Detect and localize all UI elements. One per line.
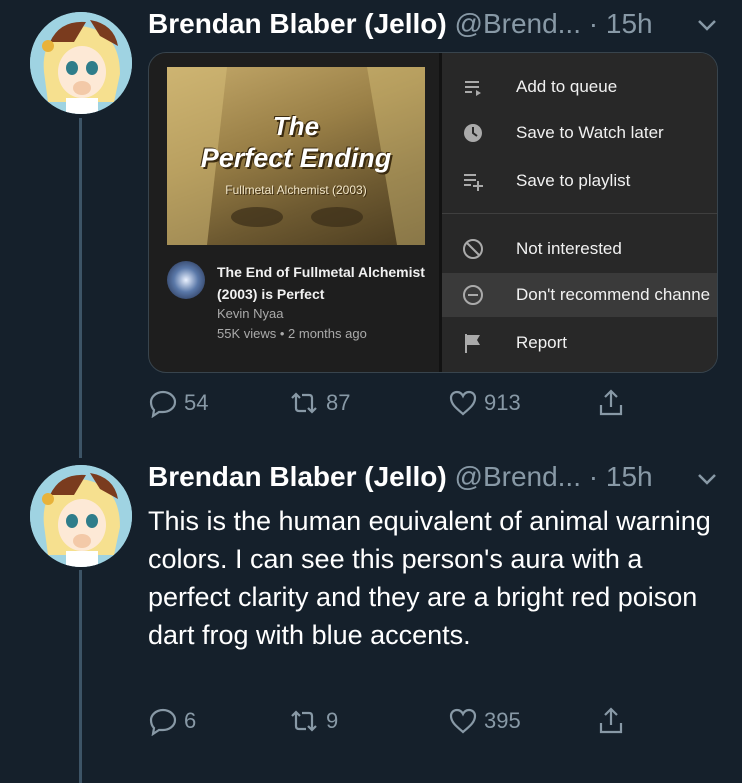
playlist-add-icon: [464, 174, 483, 191]
tweet-header: Brendan Blaber (Jello) @Brend... · 15h: [148, 8, 653, 40]
share-icon: [599, 389, 623, 416]
thumbnail-subtitle: Fullmetal Alchemist (2003): [225, 183, 367, 197]
reply-icon: [149, 708, 177, 736]
flag-icon: [465, 334, 480, 353]
menu-item-add-to-queue[interactable]: Add to queue: [442, 65, 717, 109]
chevron-down-icon[interactable]: [696, 468, 718, 490]
menu-divider: [442, 213, 717, 214]
avatar[interactable]: [30, 12, 132, 114]
retweet-button[interactable]: 87: [288, 388, 350, 418]
reply-icon: [149, 390, 177, 418]
menu-item-not-interested[interactable]: Not interested: [442, 227, 717, 271]
video-thumbnail[interactable]: The Perfect Ending Fullmetal Alchemist (…: [167, 67, 425, 245]
menu-item-label: Add to queue: [516, 77, 618, 96]
tweet-actions: 6 9 395: [148, 706, 648, 740]
thread-line: [79, 118, 82, 458]
chevron-down-icon[interactable]: [696, 14, 718, 36]
like-count: 913: [484, 390, 521, 415]
minus-circle-icon: [463, 285, 483, 305]
queue-icon: [465, 81, 481, 96]
reply-count: 54: [184, 390, 209, 415]
share-button[interactable]: [596, 706, 632, 736]
author-name[interactable]: Brendan Blaber (Jello): [148, 461, 447, 492]
thumbnail-title-line2: Perfect Ending: [200, 143, 392, 173]
retweet-icon: [291, 710, 317, 732]
author-meta[interactable]: @Brend... · 15h: [455, 8, 653, 39]
menu-item-save-to-playlist[interactable]: Save to playlist: [442, 159, 717, 203]
reply-count: 6: [184, 708, 197, 733]
channel-name[interactable]: Kevin Nyaa: [217, 306, 283, 321]
avatar[interactable]: [30, 465, 132, 567]
reply-button[interactable]: 54: [148, 388, 208, 418]
clock-icon: [464, 124, 482, 142]
like-button[interactable]: 913: [448, 388, 521, 418]
heart-icon: [449, 708, 477, 734]
block-icon: [463, 239, 483, 259]
like-count: 395: [484, 708, 521, 733]
channel-avatar[interactable]: [167, 261, 205, 299]
tweet-actions: 54 87 913: [148, 388, 648, 422]
video-embed-card[interactable]: The Perfect Ending Fullmetal Alchemist (…: [148, 52, 718, 373]
tweet-header: Brendan Blaber (Jello) @Brend... · 15h: [148, 461, 653, 493]
retweet-count: 9: [326, 708, 339, 733]
menu-item-report[interactable]: Report: [442, 321, 717, 365]
menu-item-label: Save to playlist: [516, 171, 631, 190]
thread-line: [79, 570, 82, 783]
author-name[interactable]: Brendan Blaber (Jello): [148, 8, 447, 39]
heart-icon: [449, 390, 477, 416]
thumbnail-title-line1: The: [272, 111, 320, 141]
share-button[interactable]: [596, 388, 632, 418]
author-meta[interactable]: @Brend... · 15h: [455, 461, 653, 492]
menu-item-label: Save to Watch later: [516, 123, 664, 142]
like-button[interactable]: 395: [448, 706, 521, 736]
menu-item-dont-recommend[interactable]: Don't recommend channe: [442, 273, 717, 317]
menu-item-watch-later[interactable]: Save to Watch later: [442, 111, 717, 155]
menu-item-label: Don't recommend channe: [516, 285, 711, 304]
retweet-icon: [291, 392, 317, 414]
video-title[interactable]: The End of Fullmetal Alchemist (2003) is…: [217, 261, 437, 305]
retweet-count: 87: [326, 390, 351, 415]
retweet-button[interactable]: 9: [288, 706, 338, 736]
tweet-text: This is the human equivalent of animal w…: [148, 506, 711, 650]
video-options-menu: Add to queue Save to Watch later Save to…: [439, 53, 717, 372]
share-icon: [599, 707, 623, 734]
reply-button[interactable]: 6: [148, 706, 196, 736]
video-views: 55K views • 2 months ago: [217, 326, 367, 341]
menu-item-label: Report: [516, 333, 568, 352]
menu-item-label: Not interested: [516, 239, 622, 258]
